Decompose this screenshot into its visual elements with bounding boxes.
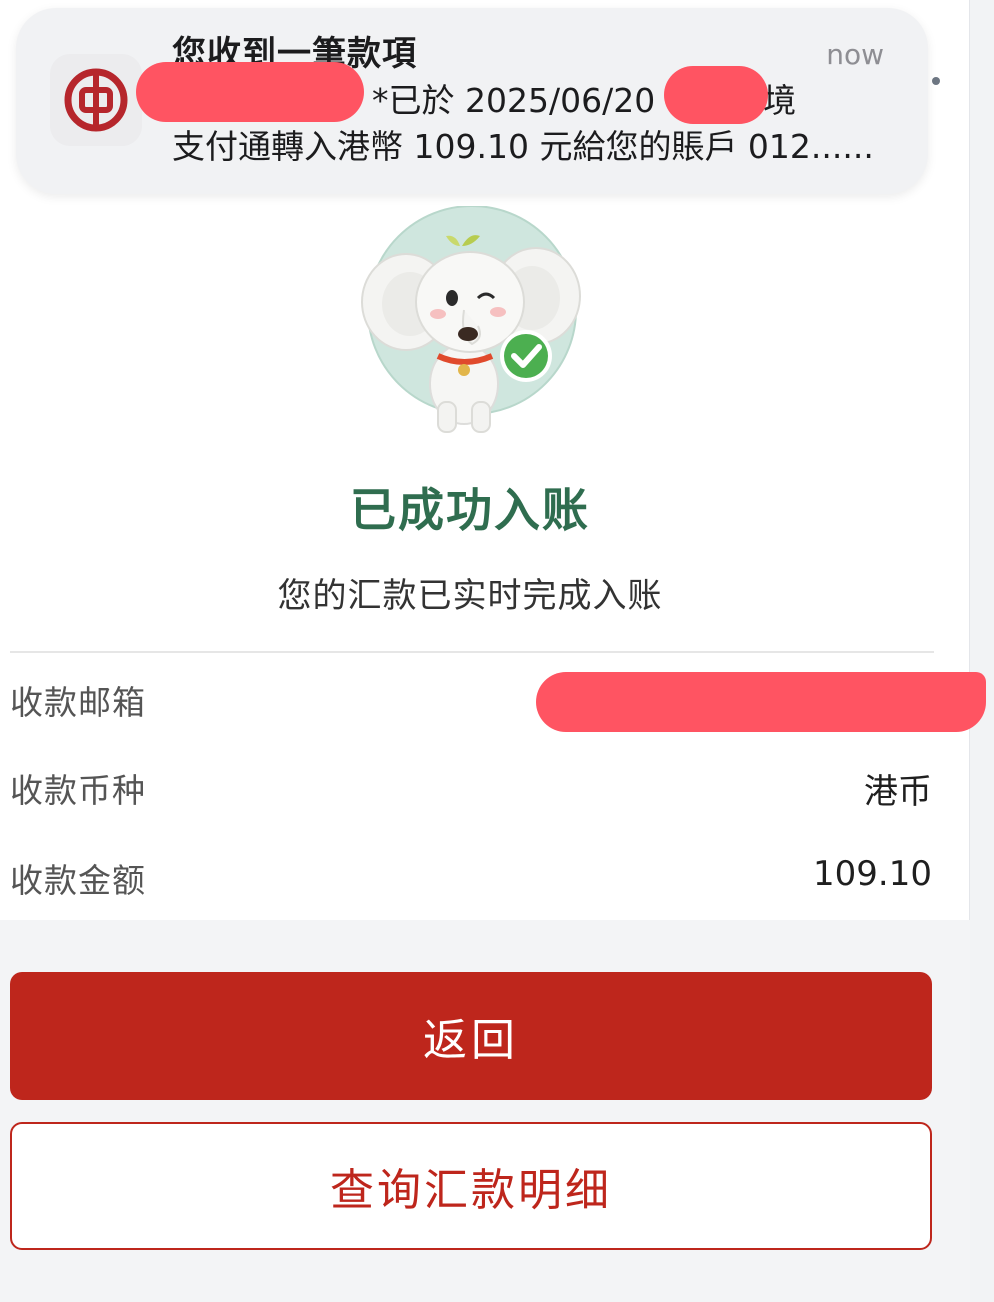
detail-row-amount: 收款金额 109.10 <box>10 854 932 914</box>
detail-value: 109.10 <box>813 854 932 894</box>
detail-label: 收款邮箱 <box>10 683 146 722</box>
detail-value: 港币 <box>864 772 932 812</box>
notification-body-line-2: 支付通轉入港幣 109.10 元給您的賬戶 012...... <box>172 127 874 166</box>
elephant-mascot-illustration <box>361 206 581 433</box>
detail-label: 收款币种 <box>10 771 146 810</box>
success-title: 已成功入账 <box>350 483 590 537</box>
page-indicator-dot <box>932 77 940 85</box>
bank-of-china-logo-icon <box>50 54 142 146</box>
detail-label: 收款金额 <box>10 861 146 900</box>
divider <box>10 651 934 653</box>
redaction-mark <box>664 66 768 124</box>
redaction-mark <box>536 672 986 732</box>
redaction-mark <box>136 62 364 122</box>
scrollbar-track[interactable] <box>969 0 994 1302</box>
success-subtitle: 您的汇款已实时完成入账 <box>277 576 663 616</box>
push-notification[interactable]: 您收到一筆款項 now *已於 2025/06/20 1 經跨境 支付通轉入港幣… <box>16 8 928 194</box>
notification-time: now <box>826 38 884 71</box>
query-remittance-details-button[interactable]: 查询汇款明细 <box>10 1122 932 1250</box>
detail-row-currency: 收款币种 港币 <box>10 764 932 824</box>
back-button[interactable]: 返回 <box>10 972 932 1100</box>
